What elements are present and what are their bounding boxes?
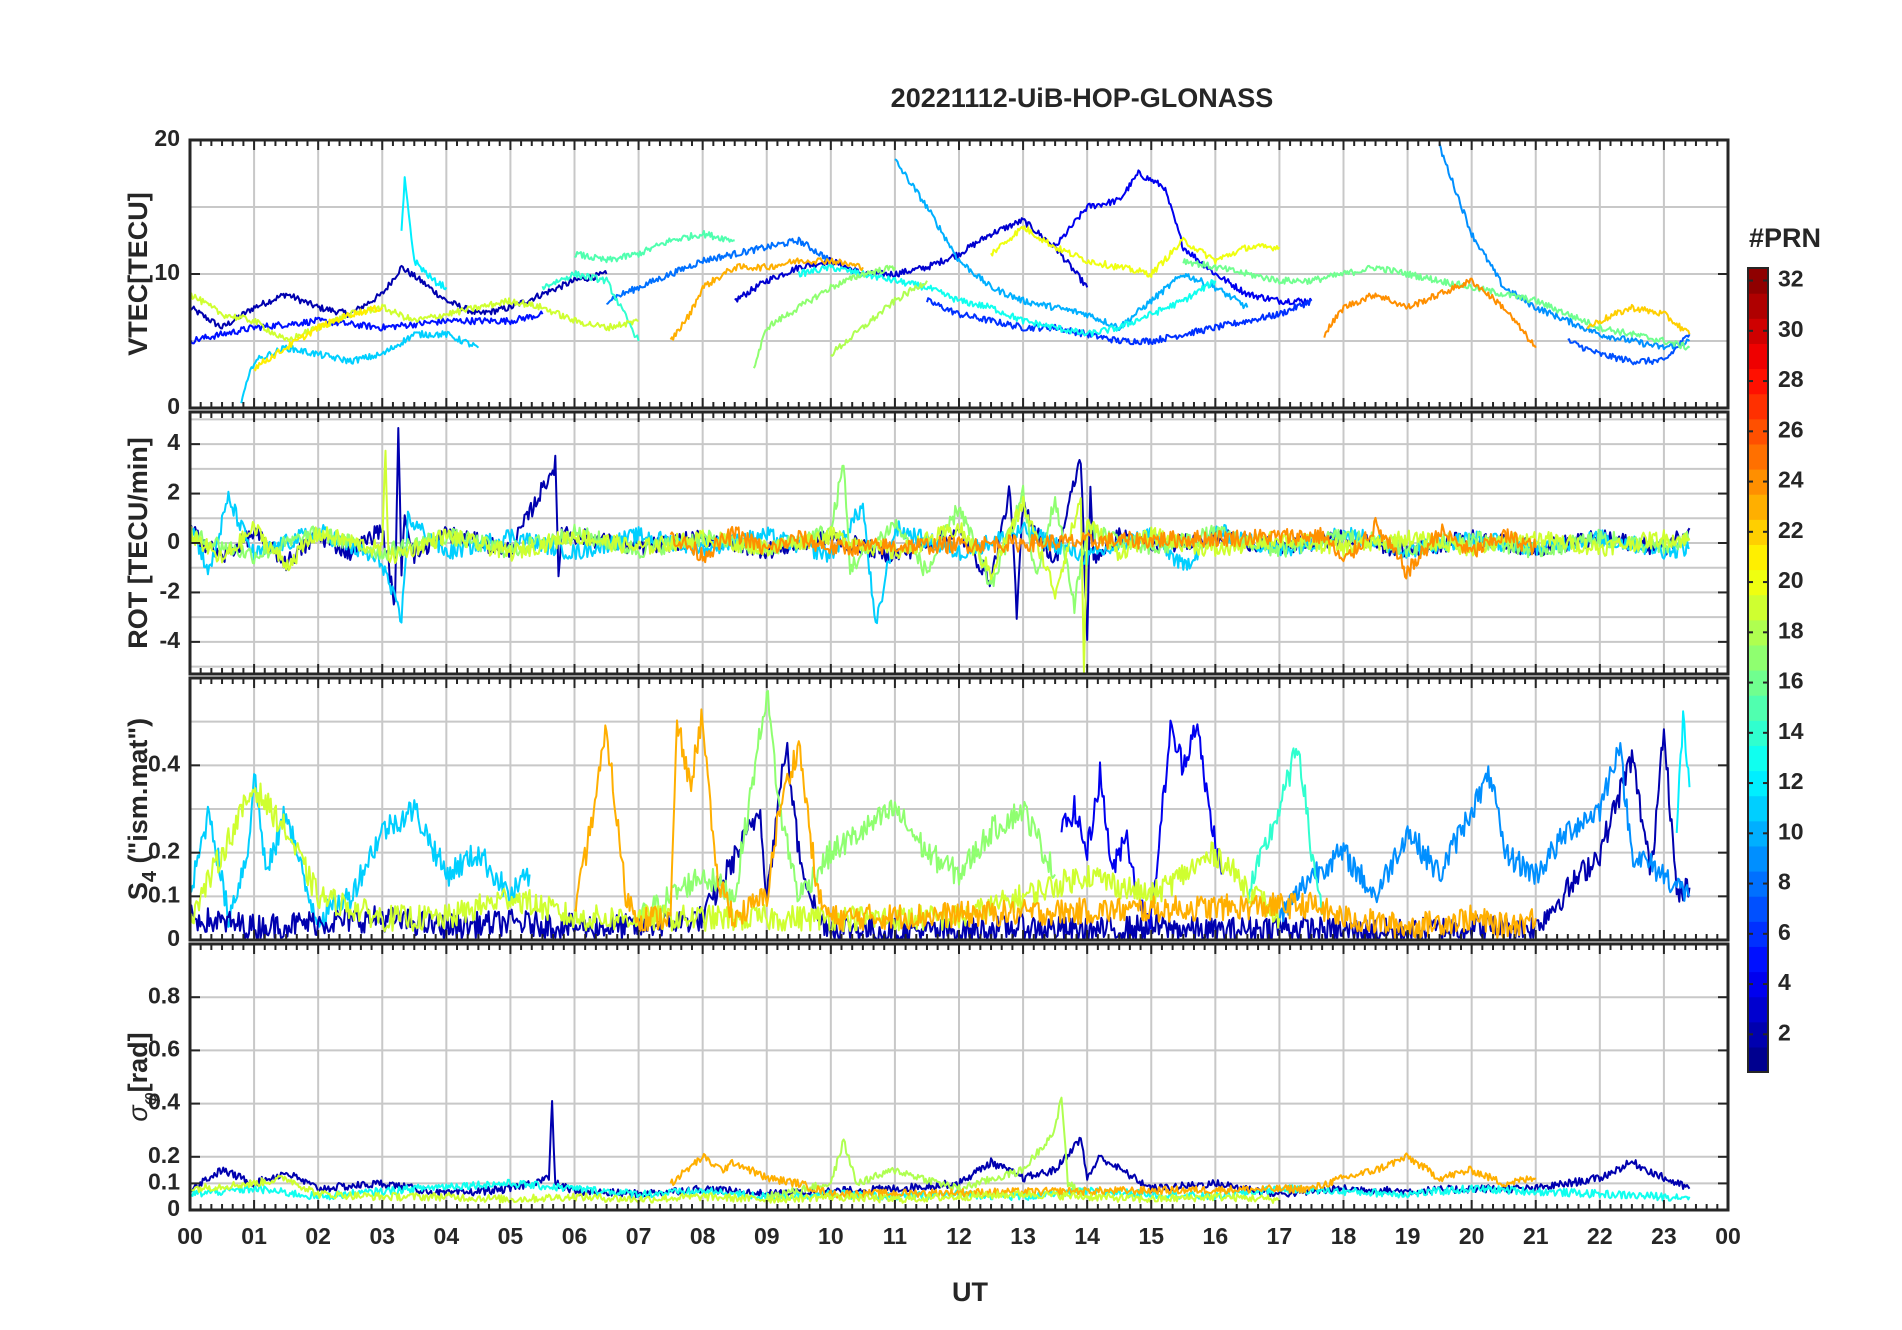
colorbar-segment <box>1748 996 1768 1023</box>
chart-title: 20221112-UiB-HOP-GLONASS <box>891 83 1274 113</box>
y-label-base: S <box>123 882 153 900</box>
y-tick-label: -2 <box>160 578 180 604</box>
figure: 20221112-UiB-HOP-GLONASS 01020VTEC[TECU]… <box>0 0 1902 1330</box>
colorbar-label: #PRN <box>1749 223 1821 253</box>
y-tick-label: 10 <box>154 259 180 285</box>
colorbar-segment <box>1748 946 1768 973</box>
colorbar-segment <box>1748 594 1768 621</box>
colorbar-segment <box>1748 544 1768 571</box>
y-tick-label: 2 <box>167 479 180 505</box>
y-tick-label: 0.1 <box>148 1168 180 1194</box>
colorbar-tick-label: 32 <box>1778 266 1804 292</box>
colorbar-tick-label: 14 <box>1778 718 1804 744</box>
x-tick-label: 10 <box>818 1223 844 1249</box>
x-tick-label: 04 <box>434 1223 460 1249</box>
colorbar-segment <box>1748 795 1768 822</box>
y-tick-label: 0.8 <box>148 982 180 1008</box>
y-label-base: σ <box>123 1104 153 1122</box>
x-tick-label: 22 <box>1587 1223 1613 1249</box>
y-tick-label: 0 <box>167 925 180 951</box>
x-tick-label: 20 <box>1459 1223 1485 1249</box>
y-axis-label: ROT [TECU/min] <box>123 437 153 648</box>
x-tick-label: 12 <box>946 1223 972 1249</box>
x-tick-label: 19 <box>1395 1223 1421 1249</box>
colorbar-tick-label: 12 <box>1778 768 1804 794</box>
y-tick-label: 0 <box>167 1195 180 1221</box>
colorbar-segment <box>1748 1046 1768 1073</box>
x-tick-label: 21 <box>1523 1223 1549 1249</box>
colorbar-tick-label: 16 <box>1778 668 1804 694</box>
colorbar-tick-label: 18 <box>1778 617 1804 643</box>
colorbar-tick-label: 8 <box>1778 869 1791 895</box>
x-tick-label: 00 <box>1715 1223 1741 1249</box>
y-tick-label: 4 <box>167 429 180 455</box>
x-tick-label: 01 <box>241 1223 267 1249</box>
colorbar-tick-label: 26 <box>1778 416 1804 442</box>
x-tick-label: 18 <box>1331 1223 1357 1249</box>
y-tick-label: 20 <box>154 125 180 151</box>
x-tick-label: 05 <box>498 1223 524 1249</box>
colorbar-tick-label: 30 <box>1778 316 1804 342</box>
y-tick-label: 0 <box>167 528 180 554</box>
colorbar-segment <box>1748 494 1768 520</box>
y-tick-label: -4 <box>160 627 181 653</box>
colorbar-segment <box>1748 845 1768 872</box>
colorbar-tick-label: 22 <box>1778 517 1804 543</box>
x-tick-label: 13 <box>1010 1223 1036 1249</box>
x-tick-label: 08 <box>690 1223 716 1249</box>
x-tick-label: 11 <box>883 1223 908 1249</box>
x-tick-label: 07 <box>626 1223 652 1249</box>
colorbar-segment <box>1748 393 1768 420</box>
x-tick-label: 15 <box>1138 1223 1164 1249</box>
y-label-tail: [rad] <box>123 1032 153 1092</box>
colorbar-tick-label: 2 <box>1778 1019 1791 1045</box>
x-tick-label: 14 <box>1074 1223 1100 1249</box>
colorbar-tick-label: 20 <box>1778 567 1804 593</box>
x-tick-label: 02 <box>305 1223 331 1249</box>
x-tick-label: 00 <box>177 1223 203 1249</box>
figure-background <box>0 0 1902 1330</box>
colorbar-segment <box>1748 443 1768 470</box>
colorbar-segment <box>1748 745 1768 772</box>
x-tick-label: 16 <box>1203 1223 1229 1249</box>
x-tick-label: 17 <box>1267 1223 1293 1249</box>
colorbar-tick-label: 4 <box>1778 969 1791 995</box>
y-tick-label: 0 <box>167 393 180 419</box>
colorbar-tick-label: 28 <box>1778 366 1804 392</box>
x-tick-label: 23 <box>1651 1223 1677 1249</box>
colorbar-segment <box>1748 343 1768 370</box>
colorbar-tick-label: 24 <box>1778 467 1804 493</box>
colorbar-segment <box>1748 695 1768 721</box>
x-tick-label: 06 <box>562 1223 588 1249</box>
colorbar-tick-label: 6 <box>1778 919 1791 945</box>
colorbar-segment <box>1748 644 1768 671</box>
y-tick-label: 0.2 <box>148 1142 180 1168</box>
x-axis-label: UT <box>952 1277 988 1307</box>
colorbar-tick-label: 10 <box>1778 818 1804 844</box>
colorbar-segment <box>1748 896 1768 922</box>
y-label-subscript: φ <box>139 1092 161 1105</box>
y-label-tail: ("ism.mat") <box>123 718 153 871</box>
y-axis-label: VTEC[TECU] <box>123 192 153 356</box>
x-tick-label: 09 <box>754 1223 780 1249</box>
x-tick-label: 03 <box>369 1223 395 1249</box>
colorbar-segment <box>1748 293 1768 319</box>
